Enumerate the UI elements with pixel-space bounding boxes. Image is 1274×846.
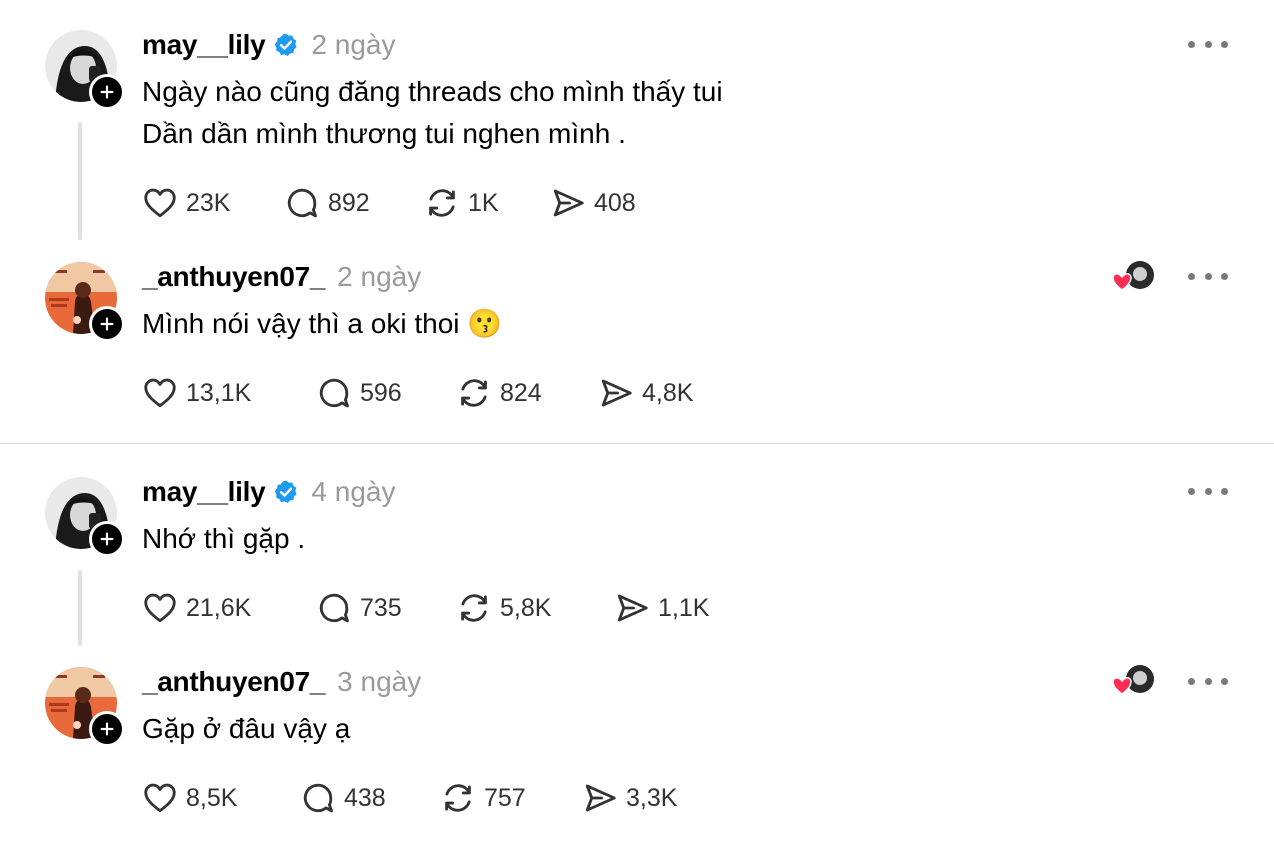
username[interactable]: _anthuyen07_ [142,261,325,293]
post-text-line: Ngày nào cũng đăng threads cho mình thấy… [142,76,723,107]
reply-count: 892 [328,188,370,217]
repost-icon [440,780,476,816]
share-count: 4,8K [642,378,694,407]
more-options-icon[interactable] [1188,34,1228,54]
liked-by-author-icon [1112,664,1158,698]
reply-button[interactable]: 892 [284,183,370,223]
reply-button[interactable]: 735 [316,588,402,628]
heart-icon [142,590,178,626]
repost-icon [456,590,492,626]
share-icon [582,780,618,816]
repost-button[interactable]: 1K [424,183,499,223]
repost-button[interactable]: 757 [440,778,526,818]
heart-icon [142,780,178,816]
repost-count: 757 [484,783,526,812]
reply-count: 735 [360,593,402,622]
avatar-wrap[interactable] [45,30,125,110]
reply-count: 438 [344,783,386,812]
post-text: Mình nói vậy thì a oki thoi 😗 [142,303,502,345]
repost-count: 824 [500,378,542,407]
share-button[interactable]: 408 [550,183,636,223]
follow-plus-icon[interactable] [89,711,125,747]
username[interactable]: may__lily [142,476,266,508]
post-header: may__lily 4 ngày [142,474,395,510]
username[interactable]: _anthuyen07_ [142,666,325,698]
more-options-icon[interactable] [1188,266,1228,286]
post-header: _anthuyen07_ 2 ngày [142,259,421,295]
follow-plus-icon[interactable] [89,306,125,342]
like-count: 21,6K [186,593,252,622]
post-text: Nhớ thì gặp . [142,518,305,560]
avatar-wrap[interactable] [45,667,125,747]
like-button[interactable]: 23K [142,183,230,223]
repost-count: 5,8K [500,593,552,622]
post-text: Ngày nào cũng đăng threads cho mình thấy… [142,71,723,155]
like-count: 13,1K [186,378,252,407]
verified-badge-icon [273,32,299,58]
like-button[interactable]: 8,5K [142,778,237,818]
more-options-icon[interactable] [1188,481,1228,501]
follow-plus-icon[interactable] [89,521,125,557]
post-time[interactable]: 2 ngày [337,261,421,293]
post-text: Gặp ở đâu vậy ạ [142,708,350,750]
share-icon [550,185,586,221]
share-button[interactable]: 3,3K [582,778,677,818]
like-count: 8,5K [186,783,238,812]
share-button[interactable]: 1,1K [614,588,709,628]
heart-icon [142,375,178,411]
post-time[interactable]: 2 ngày [311,29,395,61]
share-icon [598,375,634,411]
more-options-icon[interactable] [1188,671,1228,691]
liked-by-author-icon [1112,260,1158,294]
thread-divider [0,443,1274,444]
like-count: 23K [186,188,231,217]
heart-icon [142,185,178,221]
reply-button[interactable]: 438 [300,778,386,818]
post-header: may__lily 2 ngày [142,27,395,63]
post-time[interactable]: 3 ngày [337,666,421,698]
post-text-line: Nhớ thì gặp . [142,523,306,554]
avatar-wrap[interactable] [45,477,125,557]
share-count: 408 [594,188,636,217]
share-count: 3,3K [626,783,678,812]
reply-button[interactable]: 596 [316,373,402,413]
repost-icon [456,375,492,411]
post-time[interactable]: 4 ngày [311,476,395,508]
verified-badge-icon [273,479,299,505]
like-button[interactable]: 21,6K [142,588,251,628]
reply-count: 596 [360,378,402,407]
comment-icon [316,375,352,411]
share-button[interactable]: 4,8K [598,373,693,413]
repost-button[interactable]: 824 [456,373,542,413]
comment-icon [284,185,320,221]
post-text-line: Mình nói vậy thì a oki thoi 😗 [142,308,503,339]
post-text-line: Gặp ở đâu vậy ạ [142,713,351,744]
share-count: 1,1K [658,593,710,622]
thread-connector-line [78,570,82,646]
thread-connector-line [78,122,82,240]
like-button[interactable]: 13,1K [142,373,251,413]
comment-icon [316,590,352,626]
avatar-wrap[interactable] [45,262,125,342]
follow-plus-icon[interactable] [89,74,125,110]
repost-count: 1K [468,188,499,217]
share-icon [614,590,650,626]
post-header: _anthuyen07_ 3 ngày [142,664,421,700]
comment-icon [300,780,336,816]
post-text-line: Dần dần mình thương tui nghen mình . [142,118,626,149]
repost-button[interactable]: 5,8K [456,588,551,628]
username[interactable]: may__lily [142,29,266,61]
repost-icon [424,185,460,221]
